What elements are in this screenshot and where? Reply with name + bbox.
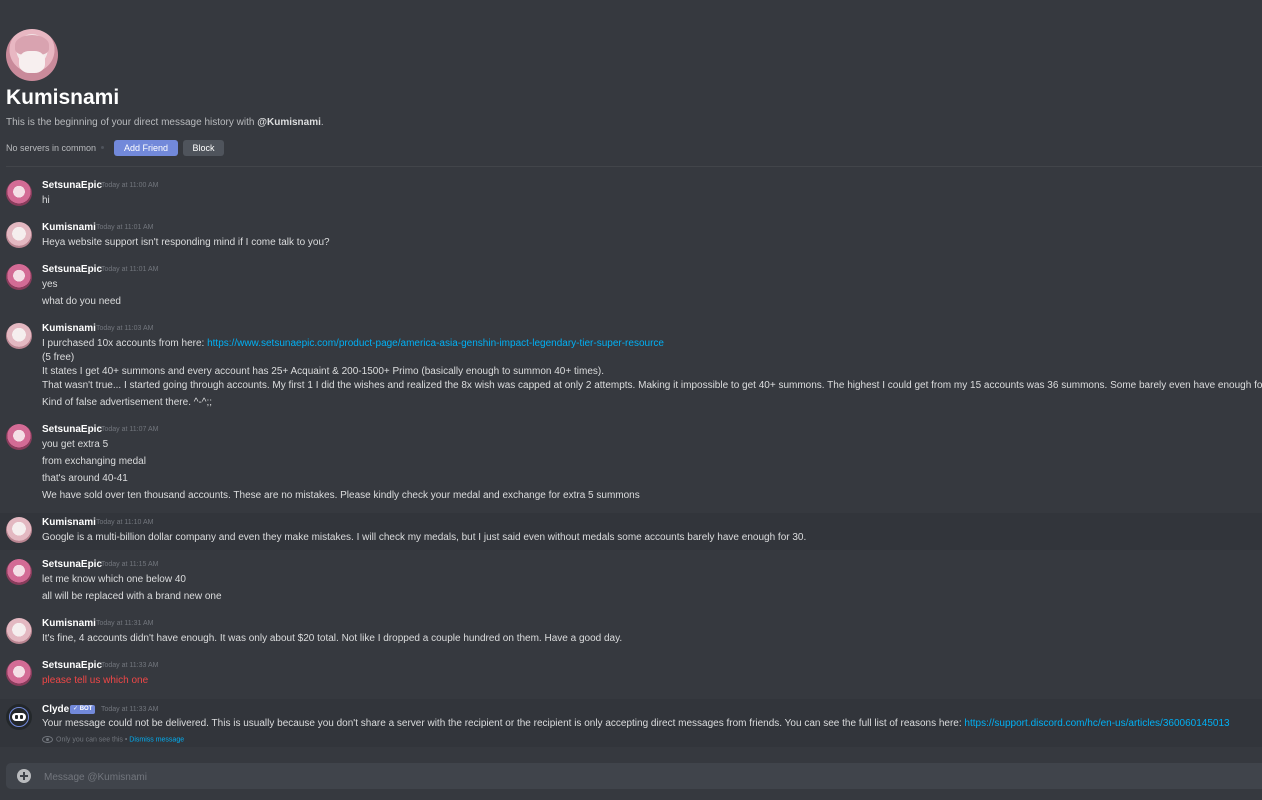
message-text-prefix: Your message could not be delivered. Thi…	[42, 718, 965, 729]
user-avatar[interactable]	[6, 517, 32, 543]
clyde-message: Clyde ✓ BOT Today at 11:33 AM Your messa…	[0, 699, 1262, 747]
message-group: SetsunaEpic Today at 11:33 AM please tel…	[0, 660, 1262, 690]
block-button[interactable]: Block	[183, 140, 224, 156]
username[interactable]: Kumisnami	[42, 222, 96, 233]
message-text: It's fine, 4 accounts didn't have enough…	[42, 633, 623, 644]
message-text: all will be replaced with a brand new on…	[42, 591, 222, 602]
user-avatar[interactable]	[6, 264, 32, 290]
ephemeral-notice: Only you can see this • Dismiss message	[42, 736, 184, 743]
timestamp: Today at 11:01 AM	[96, 224, 154, 231]
desc-handle: @Kumisnami	[257, 117, 321, 128]
timestamp: Today at 11:07 AM	[101, 426, 159, 433]
add-attachment-button[interactable]	[17, 769, 31, 783]
message-group: Kumisnami Today at 11:01 AM Heya website…	[0, 222, 1262, 252]
message-text: (5 free)	[42, 352, 75, 363]
clyde-avatar[interactable]	[6, 704, 32, 730]
timestamp: Today at 11:15 AM	[101, 561, 159, 568]
message-text: hi	[42, 195, 50, 206]
message-group: SetsunaEpic Today at 11:07 AM you get ex…	[0, 424, 1262, 506]
failed-message-text: please tell us which one	[42, 675, 149, 686]
message-text: Google is a multi-billion dollar company…	[42, 532, 807, 543]
clyde-robot-icon	[12, 713, 26, 721]
mutual-servers-text: No servers in common	[6, 143, 97, 153]
message-text: Heya website support isn't responding mi…	[42, 237, 330, 248]
add-friend-button[interactable]: Add Friend	[114, 140, 178, 156]
separator-dot	[101, 146, 104, 149]
dm-header: Kumisnami This is the beginning of your …	[0, 0, 1262, 168]
timestamp: Today at 11:01 AM	[101, 266, 159, 273]
user-avatar[interactable]	[6, 323, 32, 349]
ephemeral-text: Only you can see this •	[56, 736, 130, 744]
timestamp: Today at 11:03 AM	[96, 325, 154, 332]
timestamp: Today at 11:33 AM	[101, 706, 159, 713]
message-text: It states I get 40+ summons and every ac…	[42, 366, 604, 377]
desc-prefix: This is the beginning of your direct mes…	[6, 117, 258, 128]
message-group: Kumisnami Today at 11:03 AM I purchased …	[0, 323, 1262, 411]
message-text: Kind of false advertisement there. ^-^;;	[42, 397, 213, 408]
user-avatar[interactable]	[6, 618, 32, 644]
timestamp: Today at 11:10 AM	[96, 519, 154, 526]
user-avatar[interactable]	[6, 424, 32, 450]
username[interactable]: SetsunaEpic	[42, 424, 102, 435]
dm-history-description: This is the beginning of your direct mes…	[6, 117, 324, 128]
username[interactable]: Kumisnami	[42, 618, 96, 629]
username[interactable]: Kumisnami	[42, 517, 96, 528]
user-avatar[interactable]	[6, 222, 32, 248]
message-input[interactable]	[42, 767, 1246, 787]
username[interactable]: SetsunaEpic	[42, 660, 102, 671]
timestamp: Today at 11:00 AM	[101, 182, 159, 189]
message-text: let me know which one below 40	[42, 574, 186, 585]
eye-icon	[42, 736, 53, 743]
message-group: SetsunaEpic Today at 11:00 AM hi	[0, 180, 1262, 210]
username[interactable]: Kumisnami	[42, 323, 96, 334]
support-link[interactable]: https://support.discord.com/hc/en-us/art…	[964, 718, 1229, 729]
message-text-prefix: I purchased 10x accounts from here:	[42, 338, 208, 349]
product-link[interactable]: https://www.setsunaepic.com/product-page…	[207, 338, 664, 349]
profile-avatar[interactable]	[6, 29, 58, 81]
dismiss-message-link[interactable]: Dismiss message	[129, 736, 184, 743]
username[interactable]: SetsunaEpic	[42, 264, 102, 275]
profile-name: Kumisnami	[6, 86, 120, 109]
timestamp: Today at 11:33 AM	[101, 662, 159, 669]
bot-tag: ✓ BOT	[70, 705, 96, 714]
message-text: from exchanging medal	[42, 456, 146, 467]
message-text: yes	[42, 279, 58, 290]
message-group: SetsunaEpic Today at 11:01 AM yes what d…	[0, 264, 1262, 312]
username[interactable]: SetsunaEpic	[42, 559, 102, 570]
username[interactable]: SetsunaEpic	[42, 180, 102, 191]
message-composer	[6, 763, 1262, 789]
message-text: We have sold over ten thousand accounts.…	[42, 490, 640, 501]
message-text: you get extra 5	[42, 439, 109, 450]
timestamp: Today at 11:31 AM	[96, 620, 154, 627]
message-text: That wasn't true... I started going thro…	[42, 380, 1262, 391]
message-text: what do you need	[42, 296, 121, 307]
user-avatar[interactable]	[6, 660, 32, 686]
user-avatar[interactable]	[6, 559, 32, 585]
username[interactable]: Clyde	[42, 704, 69, 715]
desc-suffix: .	[320, 117, 324, 128]
message-text: Your message could not be delivered. Thi…	[42, 718, 1230, 729]
message-group: SetsunaEpic Today at 11:15 AM let me kno…	[0, 559, 1262, 607]
header-divider	[6, 166, 1262, 167]
user-avatar[interactable]	[6, 180, 32, 206]
message-text: that's around 40-41	[42, 473, 128, 484]
message-text: I purchased 10x accounts from here: http…	[42, 338, 664, 349]
message-group: Kumisnami Today at 11:31 AM It's fine, 4…	[0, 618, 1262, 648]
message-group: Kumisnami Today at 11:10 AM Google is a …	[0, 513, 1262, 550]
